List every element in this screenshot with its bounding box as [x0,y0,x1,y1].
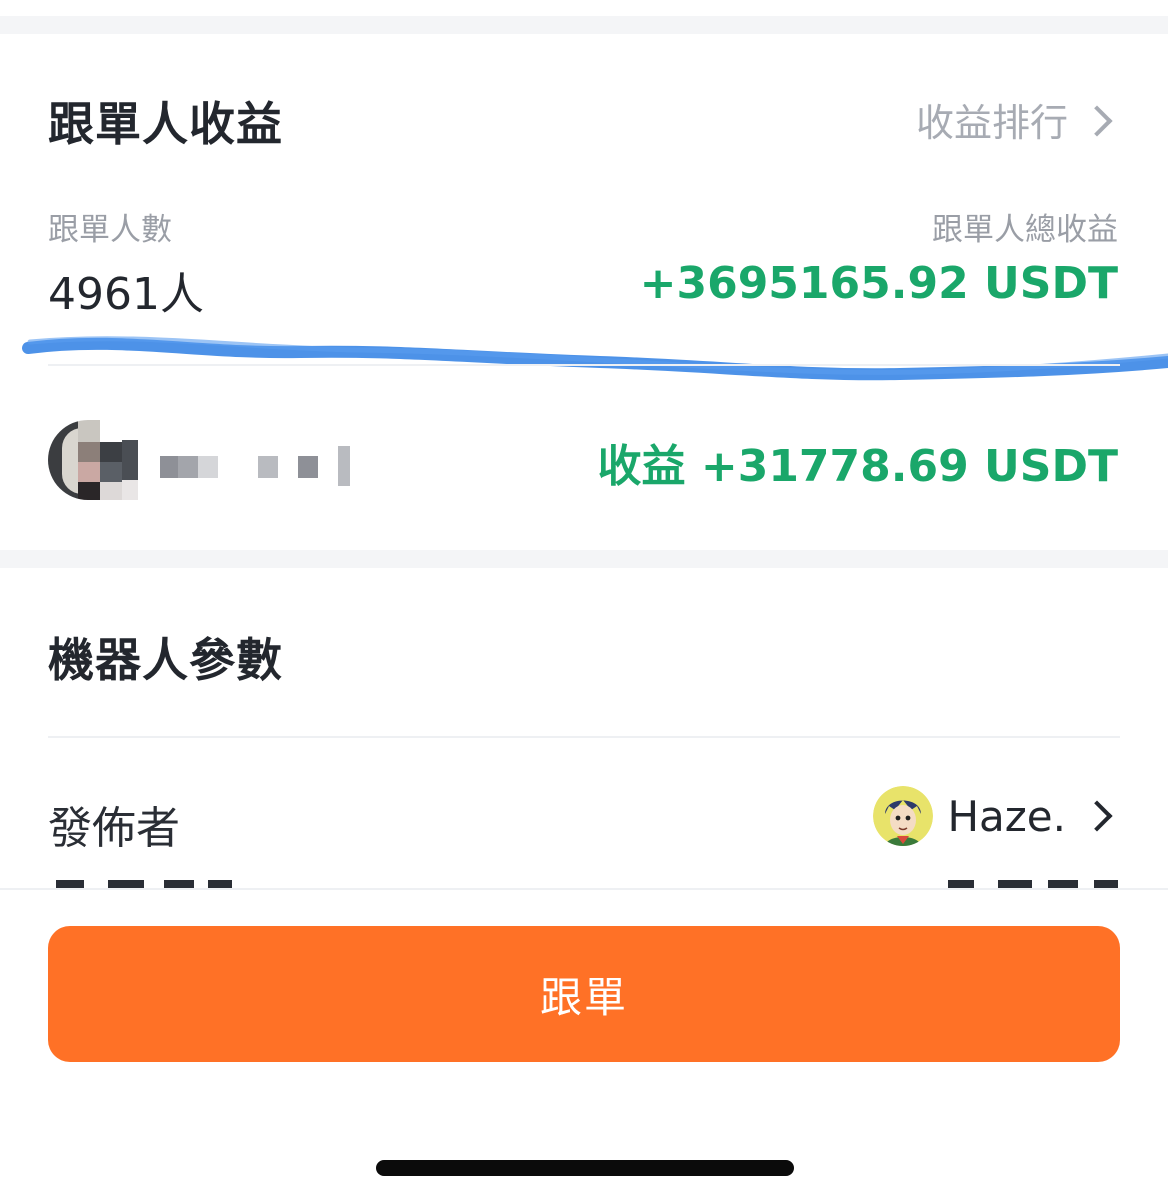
top-follower-profit: 收益 +31778.69 USDT [597,441,1118,492]
chevron-right-icon [1081,104,1113,137]
publisher-link[interactable]: Haze. [873,786,1113,846]
follower-total-profit-label: 跟單人總收益 [932,212,1118,248]
earnings-ranking-link[interactable]: 收益排行 [915,92,1113,147]
publisher-label: 發佈者 [48,803,180,854]
chevron-right-icon [1081,800,1113,832]
section-title-robot-parameters: 機器人參數 [48,633,283,687]
blue-scribble-mark [22,336,1168,381]
next-parameter-row-clipped [48,868,1120,888]
follower-count-value: 4961人 [48,269,204,320]
follow-button[interactable]: 跟單 [48,926,1120,1062]
top-separator [0,16,1168,34]
follower-name-blurred [160,446,360,486]
robot-divider [48,736,1120,738]
earnings-ranking-label: 收益排行 [915,101,1068,145]
home-indicator [376,1160,794,1176]
publisher-avatar [873,786,934,846]
section-separator [0,550,1168,568]
publisher-name: Haze. [947,791,1066,841]
follower-divider [48,364,1120,366]
section-title-follower-earnings: 跟單人收益 [48,97,283,151]
follower-total-profit-value: +3695165.92 USDT [639,258,1118,309]
follower-count-label: 跟單人數 [48,212,172,248]
follower-avatar-blurred [48,420,138,500]
